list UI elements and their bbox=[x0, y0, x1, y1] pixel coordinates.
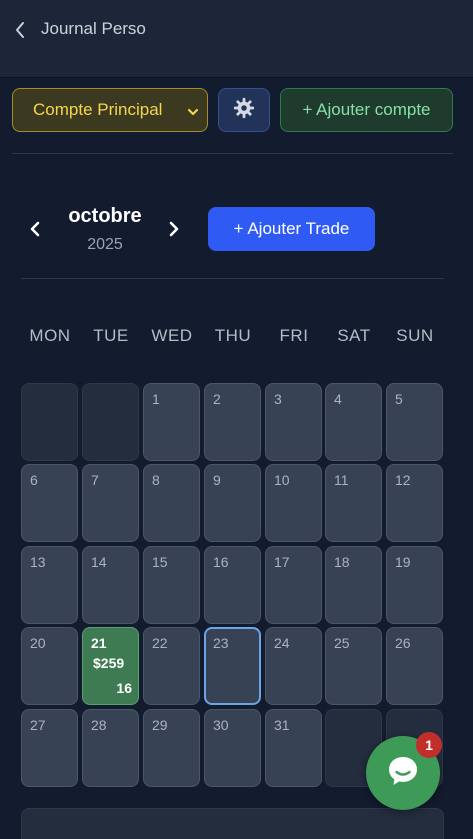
calendar-day[interactable]: 15 bbox=[143, 546, 200, 624]
day-number: 12 bbox=[395, 472, 411, 488]
calendar-day[interactable]: 12 bbox=[386, 464, 443, 542]
day-number: 18 bbox=[334, 554, 350, 570]
calendar-day[interactable]: 24 bbox=[265, 627, 322, 705]
day-pnl: $259 bbox=[93, 655, 125, 671]
next-month-button[interactable] bbox=[164, 218, 184, 240]
day-number: 22 bbox=[152, 635, 168, 651]
account-select-value: Compte Principal bbox=[33, 100, 163, 119]
account-select[interactable]: Compte Principal bbox=[12, 88, 208, 132]
summary-card bbox=[21, 808, 444, 839]
day-number: 3 bbox=[274, 391, 282, 407]
calendar-day[interactable]: 3 bbox=[265, 383, 322, 461]
calendar-day[interactable]: 17 bbox=[265, 546, 322, 624]
day-number: 6 bbox=[30, 472, 38, 488]
calendar-day-trade[interactable]: 21 $259 16 bbox=[82, 627, 139, 705]
day-number: 1 bbox=[152, 391, 160, 407]
chat-bubble-icon bbox=[385, 753, 421, 794]
calendar-day[interactable]: 29 bbox=[143, 709, 200, 787]
day-number: 2 bbox=[213, 391, 221, 407]
day-number: 10 bbox=[274, 472, 290, 488]
calendar-day[interactable]: 6 bbox=[21, 464, 78, 542]
calendar-day[interactable]: 10 bbox=[265, 464, 322, 542]
day-number: 23 bbox=[213, 635, 229, 651]
divider bbox=[12, 153, 453, 154]
calendar-day[interactable]: 31 bbox=[265, 709, 322, 787]
weekday-label: THU bbox=[214, 326, 252, 345]
divider bbox=[21, 278, 444, 279]
day-number: 14 bbox=[91, 554, 107, 570]
day-number: 19 bbox=[395, 554, 411, 570]
day-number: 9 bbox=[213, 472, 221, 488]
calendar-day[interactable]: 7 bbox=[82, 464, 139, 542]
day-number: 13 bbox=[30, 554, 46, 570]
day-trade-count: 16 bbox=[116, 680, 132, 696]
calendar-day[interactable]: 1 bbox=[143, 383, 200, 461]
calendar-day[interactable]: 13 bbox=[21, 546, 78, 624]
weekday-label: SUN bbox=[396, 326, 434, 345]
day-number: 25 bbox=[334, 635, 350, 651]
weekday-label: MON bbox=[29, 326, 71, 345]
day-number: 17 bbox=[274, 554, 290, 570]
day-number: 29 bbox=[152, 717, 168, 733]
calendar-day[interactable]: 11 bbox=[325, 464, 382, 542]
calendar-day[interactable]: 5 bbox=[386, 383, 443, 461]
calendar-empty-cell bbox=[82, 383, 139, 461]
day-number: 15 bbox=[152, 554, 168, 570]
chevron-down-icon bbox=[187, 103, 199, 116]
calendar-day[interactable]: 20 bbox=[21, 627, 78, 705]
chevron-left-icon[interactable] bbox=[10, 18, 30, 42]
notification-badge: 1 bbox=[416, 732, 442, 758]
calendar-empty-cell bbox=[21, 383, 78, 461]
calendar-day[interactable]: 16 bbox=[204, 546, 261, 624]
calendar-day[interactable]: 19 bbox=[386, 546, 443, 624]
calendar-day[interactable]: 18 bbox=[325, 546, 382, 624]
calendar-day[interactable]: 2 bbox=[204, 383, 261, 461]
day-number: 7 bbox=[91, 472, 99, 488]
weekday-label: FRI bbox=[279, 326, 309, 345]
add-trade-button[interactable]: + Ajouter Trade bbox=[208, 207, 375, 251]
calendar-day[interactable]: 14 bbox=[82, 546, 139, 624]
day-number: 21 bbox=[91, 635, 107, 651]
day-number: 8 bbox=[152, 472, 160, 488]
day-number: 31 bbox=[274, 717, 290, 733]
day-number: 20 bbox=[30, 635, 46, 651]
weekday-label: WED bbox=[151, 326, 193, 345]
calendar-month: octobre bbox=[68, 205, 142, 227]
prev-month-button[interactable] bbox=[25, 218, 45, 240]
day-number: 16 bbox=[213, 554, 229, 570]
day-number: 27 bbox=[30, 717, 46, 733]
day-number: 28 bbox=[91, 717, 107, 733]
weekday-label: TUE bbox=[93, 326, 129, 345]
calendar-day[interactable]: 30 bbox=[204, 709, 261, 787]
calendar-day[interactable]: 28 bbox=[82, 709, 139, 787]
gear-icon bbox=[233, 97, 255, 124]
weekday-label: SAT bbox=[337, 326, 371, 345]
add-account-button[interactable]: + Ajouter compte bbox=[280, 88, 453, 132]
calendar-day[interactable]: 27 bbox=[21, 709, 78, 787]
day-number: 30 bbox=[213, 717, 229, 733]
day-number: 24 bbox=[274, 635, 290, 651]
page-title: Journal Perso bbox=[41, 19, 146, 38]
calendar-day[interactable]: 22 bbox=[143, 627, 200, 705]
calendar-day[interactable]: 9 bbox=[204, 464, 261, 542]
calendar-day[interactable]: 4 bbox=[325, 383, 382, 461]
settings-button[interactable] bbox=[218, 88, 270, 132]
calendar-day[interactable]: 8 bbox=[143, 464, 200, 542]
day-number: 5 bbox=[395, 391, 403, 407]
calendar-day-today[interactable]: 23 bbox=[204, 627, 261, 705]
calendar-year: 2025 bbox=[87, 236, 123, 253]
calendar-day[interactable]: 26 bbox=[386, 627, 443, 705]
day-number: 11 bbox=[334, 472, 349, 488]
day-number: 4 bbox=[334, 391, 342, 407]
calendar-day[interactable]: 25 bbox=[325, 627, 382, 705]
top-bar: Journal Perso bbox=[0, 0, 473, 78]
day-number: 26 bbox=[395, 635, 411, 651]
